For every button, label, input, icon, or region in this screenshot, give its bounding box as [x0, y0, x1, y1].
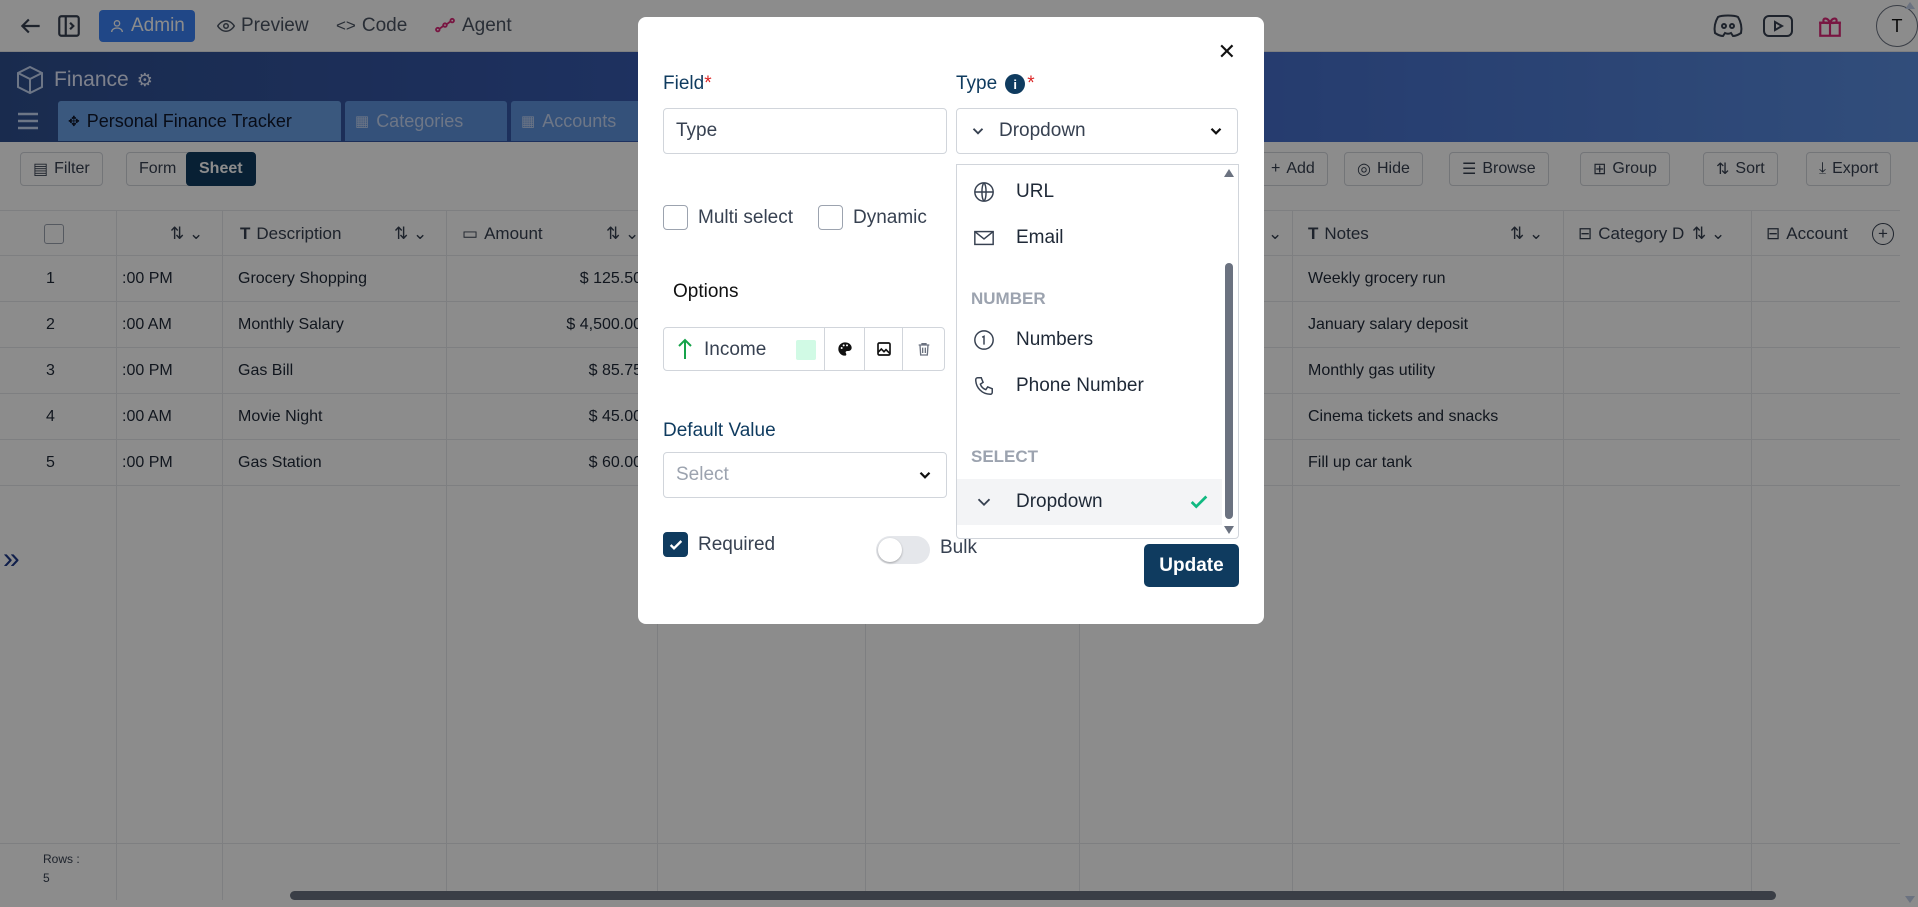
- info-icon[interactable]: i: [1005, 74, 1026, 94]
- default-value-label: Default Value: [663, 420, 776, 441]
- scroll-down-arrow-icon[interactable]: [1224, 526, 1234, 534]
- required-checkbox[interactable]: [663, 532, 688, 557]
- dynamic-checkbox[interactable]: [818, 205, 843, 230]
- update-label: Update: [1159, 554, 1224, 576]
- image-icon[interactable]: [864, 328, 902, 370]
- option-color-swatch[interactable]: [796, 340, 816, 360]
- required-asterisk: *: [704, 73, 712, 94]
- field-label: Field*: [663, 73, 712, 95]
- multi-select-label: Multi select: [698, 207, 794, 228]
- bulk-label: Bulk: [940, 537, 977, 558]
- type-option-label: Phone Number: [1016, 375, 1144, 396]
- type-option-label: Email: [1016, 227, 1064, 248]
- number-icon: [973, 329, 995, 351]
- checkmark-icon: [669, 539, 682, 550]
- required-label: Required: [698, 534, 776, 555]
- type-option-url[interactable]: URL: [957, 169, 1222, 215]
- type-option-email[interactable]: Email: [957, 215, 1222, 261]
- type-label: Type i *: [956, 73, 1035, 95]
- group-heading-select: SELECT: [971, 447, 1039, 466]
- type-select-value: Dropdown: [999, 120, 1086, 141]
- type-option-numbers[interactable]: Numbers: [957, 317, 1222, 363]
- select-caret-icon: [916, 466, 934, 484]
- default-value-placeholder: Select: [676, 464, 729, 485]
- globe-icon: [973, 181, 995, 203]
- scroll-thumb[interactable]: [1225, 263, 1233, 519]
- update-button[interactable]: Update: [1144, 544, 1239, 587]
- type-option-label: Dropdown: [1016, 491, 1103, 512]
- required-asterisk: *: [1027, 73, 1035, 94]
- close-icon[interactable]: ✕: [1218, 39, 1236, 65]
- chevron-down-icon: [973, 491, 995, 513]
- field-name-input[interactable]: Type: [663, 108, 947, 154]
- field-name-value: Type: [676, 120, 718, 141]
- bulk-toggle[interactable]: [876, 536, 930, 564]
- type-dropdown-list: URL Email NUMBER Numbers Phone Number SE…: [956, 164, 1239, 539]
- page-scroll-up-icon[interactable]: [1905, 2, 1915, 9]
- phone-icon: [973, 375, 995, 397]
- type-option-label: URL: [1016, 181, 1055, 202]
- option-row[interactable]: Income: [663, 327, 945, 371]
- type-label-text: Type: [956, 73, 998, 94]
- chevron-down-icon: [969, 122, 987, 140]
- field-label-text: Field: [663, 73, 705, 94]
- dropdown-scrollbar[interactable]: [1223, 165, 1235, 538]
- palette-icon[interactable]: [824, 328, 864, 370]
- type-option-dropdown[interactable]: Dropdown: [957, 479, 1222, 525]
- select-caret-icon: [1207, 122, 1225, 140]
- type-option-phone-number[interactable]: Phone Number: [957, 363, 1222, 409]
- dynamic-label: Dynamic: [853, 207, 927, 228]
- selected-check-icon: [1188, 491, 1210, 513]
- group-heading-number: NUMBER: [971, 289, 1046, 308]
- trash-icon[interactable]: [902, 328, 944, 370]
- default-value-select[interactable]: Select: [663, 452, 947, 498]
- mail-icon: [973, 227, 995, 249]
- type-option-label: Numbers: [1016, 329, 1094, 350]
- multi-select-checkbox[interactable]: [663, 205, 688, 230]
- options-label: Options: [673, 281, 739, 302]
- option-label: Income: [704, 339, 767, 360]
- scroll-up-arrow-icon[interactable]: [1224, 169, 1234, 177]
- page-scroll-down-icon[interactable]: [1905, 896, 1915, 903]
- arrow-up-icon: [676, 337, 694, 361]
- type-select[interactable]: Dropdown: [956, 108, 1238, 154]
